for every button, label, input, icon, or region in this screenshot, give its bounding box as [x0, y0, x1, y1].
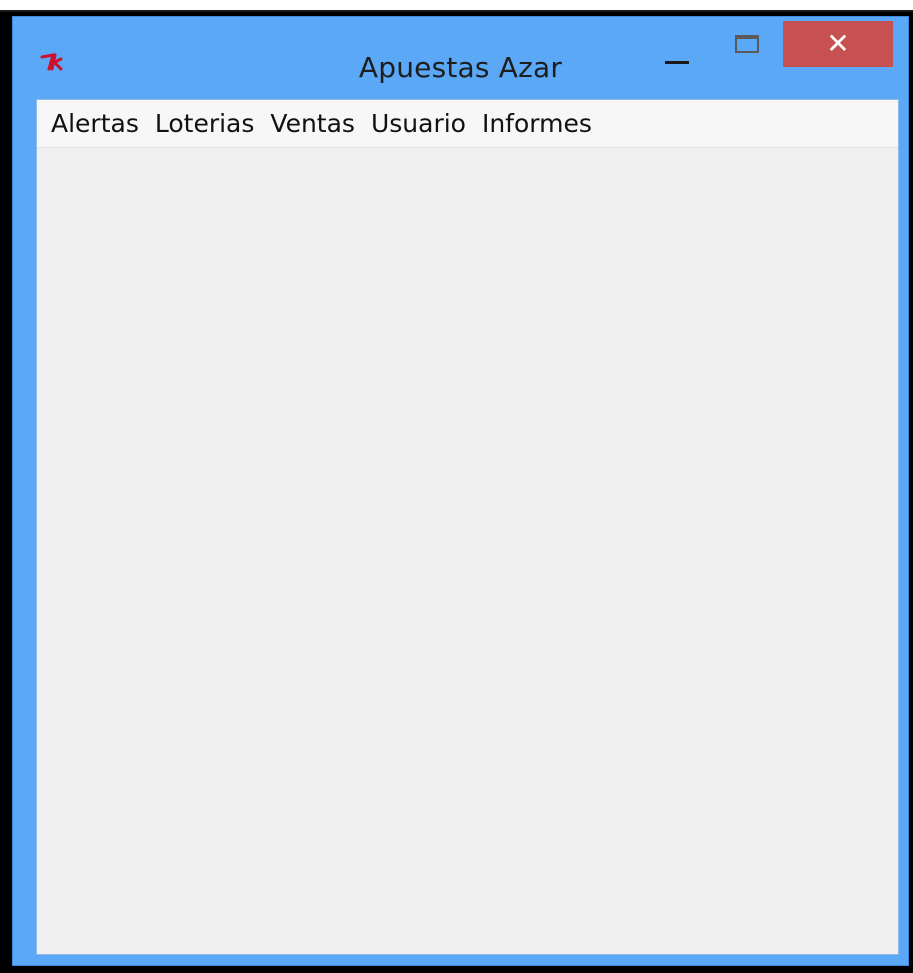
menu-alertas[interactable]: Alertas: [51, 103, 153, 144]
desktop: Apuestas Azar ✕ Alertas Loterias Ventas …: [0, 0, 913, 973]
menu-ventas[interactable]: Ventas: [270, 103, 369, 144]
menu-informes[interactable]: Informes: [482, 103, 606, 144]
client-area: Alertas Loterias Ventas Usuario Informes: [36, 99, 899, 955]
title-bar[interactable]: Apuestas Azar ✕: [13, 17, 908, 99]
menu-bar: Alertas Loterias Ventas Usuario Informes: [37, 100, 898, 148]
main-content-area: [37, 148, 898, 954]
menu-usuario[interactable]: Usuario: [371, 103, 480, 144]
app-window: Apuestas Azar ✕ Alertas Loterias Ventas …: [12, 16, 909, 966]
minimize-button[interactable]: [653, 17, 699, 79]
close-button[interactable]: ✕: [783, 21, 893, 67]
maximize-button[interactable]: [723, 17, 769, 79]
minimize-icon: [665, 61, 689, 64]
maximize-icon: [735, 35, 759, 53]
desktop-divider: [0, 10, 913, 12]
close-icon: ✕: [826, 27, 850, 60]
menu-loterias[interactable]: Loterias: [155, 103, 269, 144]
window-title: Apuestas Azar: [358, 51, 563, 84]
